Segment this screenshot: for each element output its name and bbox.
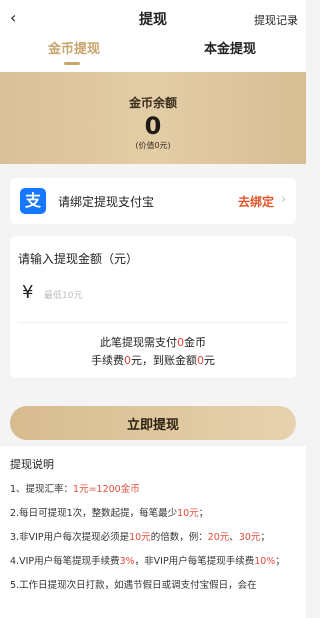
- amount-card: 请输入提现金额（元） ¥ 此笔提现需支付0金币 手续费0元，到账金额0元: [10, 236, 296, 378]
- arrive-amount: 0: [197, 354, 204, 367]
- note-item: 5.工作日提现次日打款，如遇节假日或调支付宝假日，会在: [10, 578, 296, 594]
- fee-mid: 元，到账金额: [131, 354, 197, 367]
- amount-input[interactable]: [44, 286, 274, 306]
- note-highlight: 1元=1200金币: [73, 484, 140, 495]
- note-text: 、: [229, 532, 239, 543]
- top-bar: ‹ 提现 提现记录 金币提现 本金提现: [0, 0, 306, 72]
- bind-alipay-row[interactable]: 支 请绑定提现支付宝 去绑定 ›: [10, 178, 296, 224]
- note-text: 2.每日可提现1次，整数起提，每笔最少: [10, 508, 178, 519]
- note-text: ；: [275, 556, 285, 567]
- note-highlight: 20元: [207, 532, 230, 543]
- note-text: 3.非VIP用户每次提现必须是: [10, 532, 130, 543]
- note-highlight: 10%: [254, 556, 276, 567]
- divider: [18, 322, 288, 323]
- pay-amount: 0: [177, 336, 184, 349]
- note-highlight: 3%: [119, 556, 135, 567]
- notes-title: 提现说明: [10, 458, 54, 471]
- note-text: ，非VIP用户每笔提现手续费: [134, 556, 255, 567]
- note-highlight: 10元: [129, 532, 151, 543]
- note-highlight: 30元: [238, 532, 261, 543]
- pay-summary: 此笔提现需支付0金币: [10, 334, 296, 350]
- note-text: 4.VIP用户每笔提现手续费: [10, 556, 120, 567]
- withdraw-record-link[interactable]: 提现记录: [254, 12, 298, 28]
- pay-prefix: 此笔提现需支付: [100, 336, 177, 349]
- note-text: 5.工作日提现次日打款，如遇节假日或调支付宝假日，会在: [10, 580, 257, 591]
- coin-balance-card: 金币余额 0 (价值0元): [0, 72, 306, 164]
- chevron-right-icon: ›: [281, 192, 286, 206]
- balance-value: 0: [144, 112, 162, 140]
- bind-alipay-text: 请绑定提现支付宝: [58, 195, 155, 209]
- pay-suffix: 金币: [184, 336, 206, 349]
- note-item: 2.每日可提现1次，整数起提，每笔最少10元；: [10, 506, 296, 522]
- note-text: 的倍数，例：: [150, 532, 208, 543]
- balance-label: 金币余额: [128, 96, 177, 110]
- note-highlight: 10元: [177, 508, 199, 519]
- balance-worth: (价值0元): [135, 141, 171, 150]
- fee-amount: 0: [124, 354, 131, 367]
- amount-title: 请输入提现金额（元）: [18, 252, 139, 266]
- currency-symbol: ¥: [22, 282, 34, 303]
- active-tab-indicator: [64, 62, 80, 65]
- fee-prefix: 手续费: [91, 354, 124, 367]
- tab-principal-withdraw[interactable]: 本金提现: [204, 38, 256, 57]
- fee-suffix: 元: [204, 354, 215, 367]
- tab-coin-withdraw[interactable]: 金币提现: [48, 38, 100, 57]
- note-item: 3.非VIP用户每次提现必须是10元的倍数，例：20元、30元；: [10, 530, 296, 546]
- go-bind-link[interactable]: 去绑定: [238, 193, 274, 210]
- withdraw-notes: 提现说明 1、提现汇率：1元=1200金币 2.每日可提现1次，整数起提，每笔最…: [0, 446, 306, 618]
- note-text: ；: [198, 508, 209, 519]
- note-text: 1、提现汇率：: [10, 484, 74, 495]
- alipay-icon: 支: [20, 188, 46, 214]
- fee-summary: 手续费0元，到账金额0元: [10, 352, 296, 368]
- withdraw-now-button[interactable]: 立即提现: [10, 406, 296, 440]
- note-item: 4.VIP用户每笔提现手续费3%，非VIP用户每笔提现手续费10%；: [10, 554, 296, 570]
- note-item: 1、提现汇率：1元=1200金币: [10, 482, 296, 498]
- note-text: ；: [260, 532, 270, 543]
